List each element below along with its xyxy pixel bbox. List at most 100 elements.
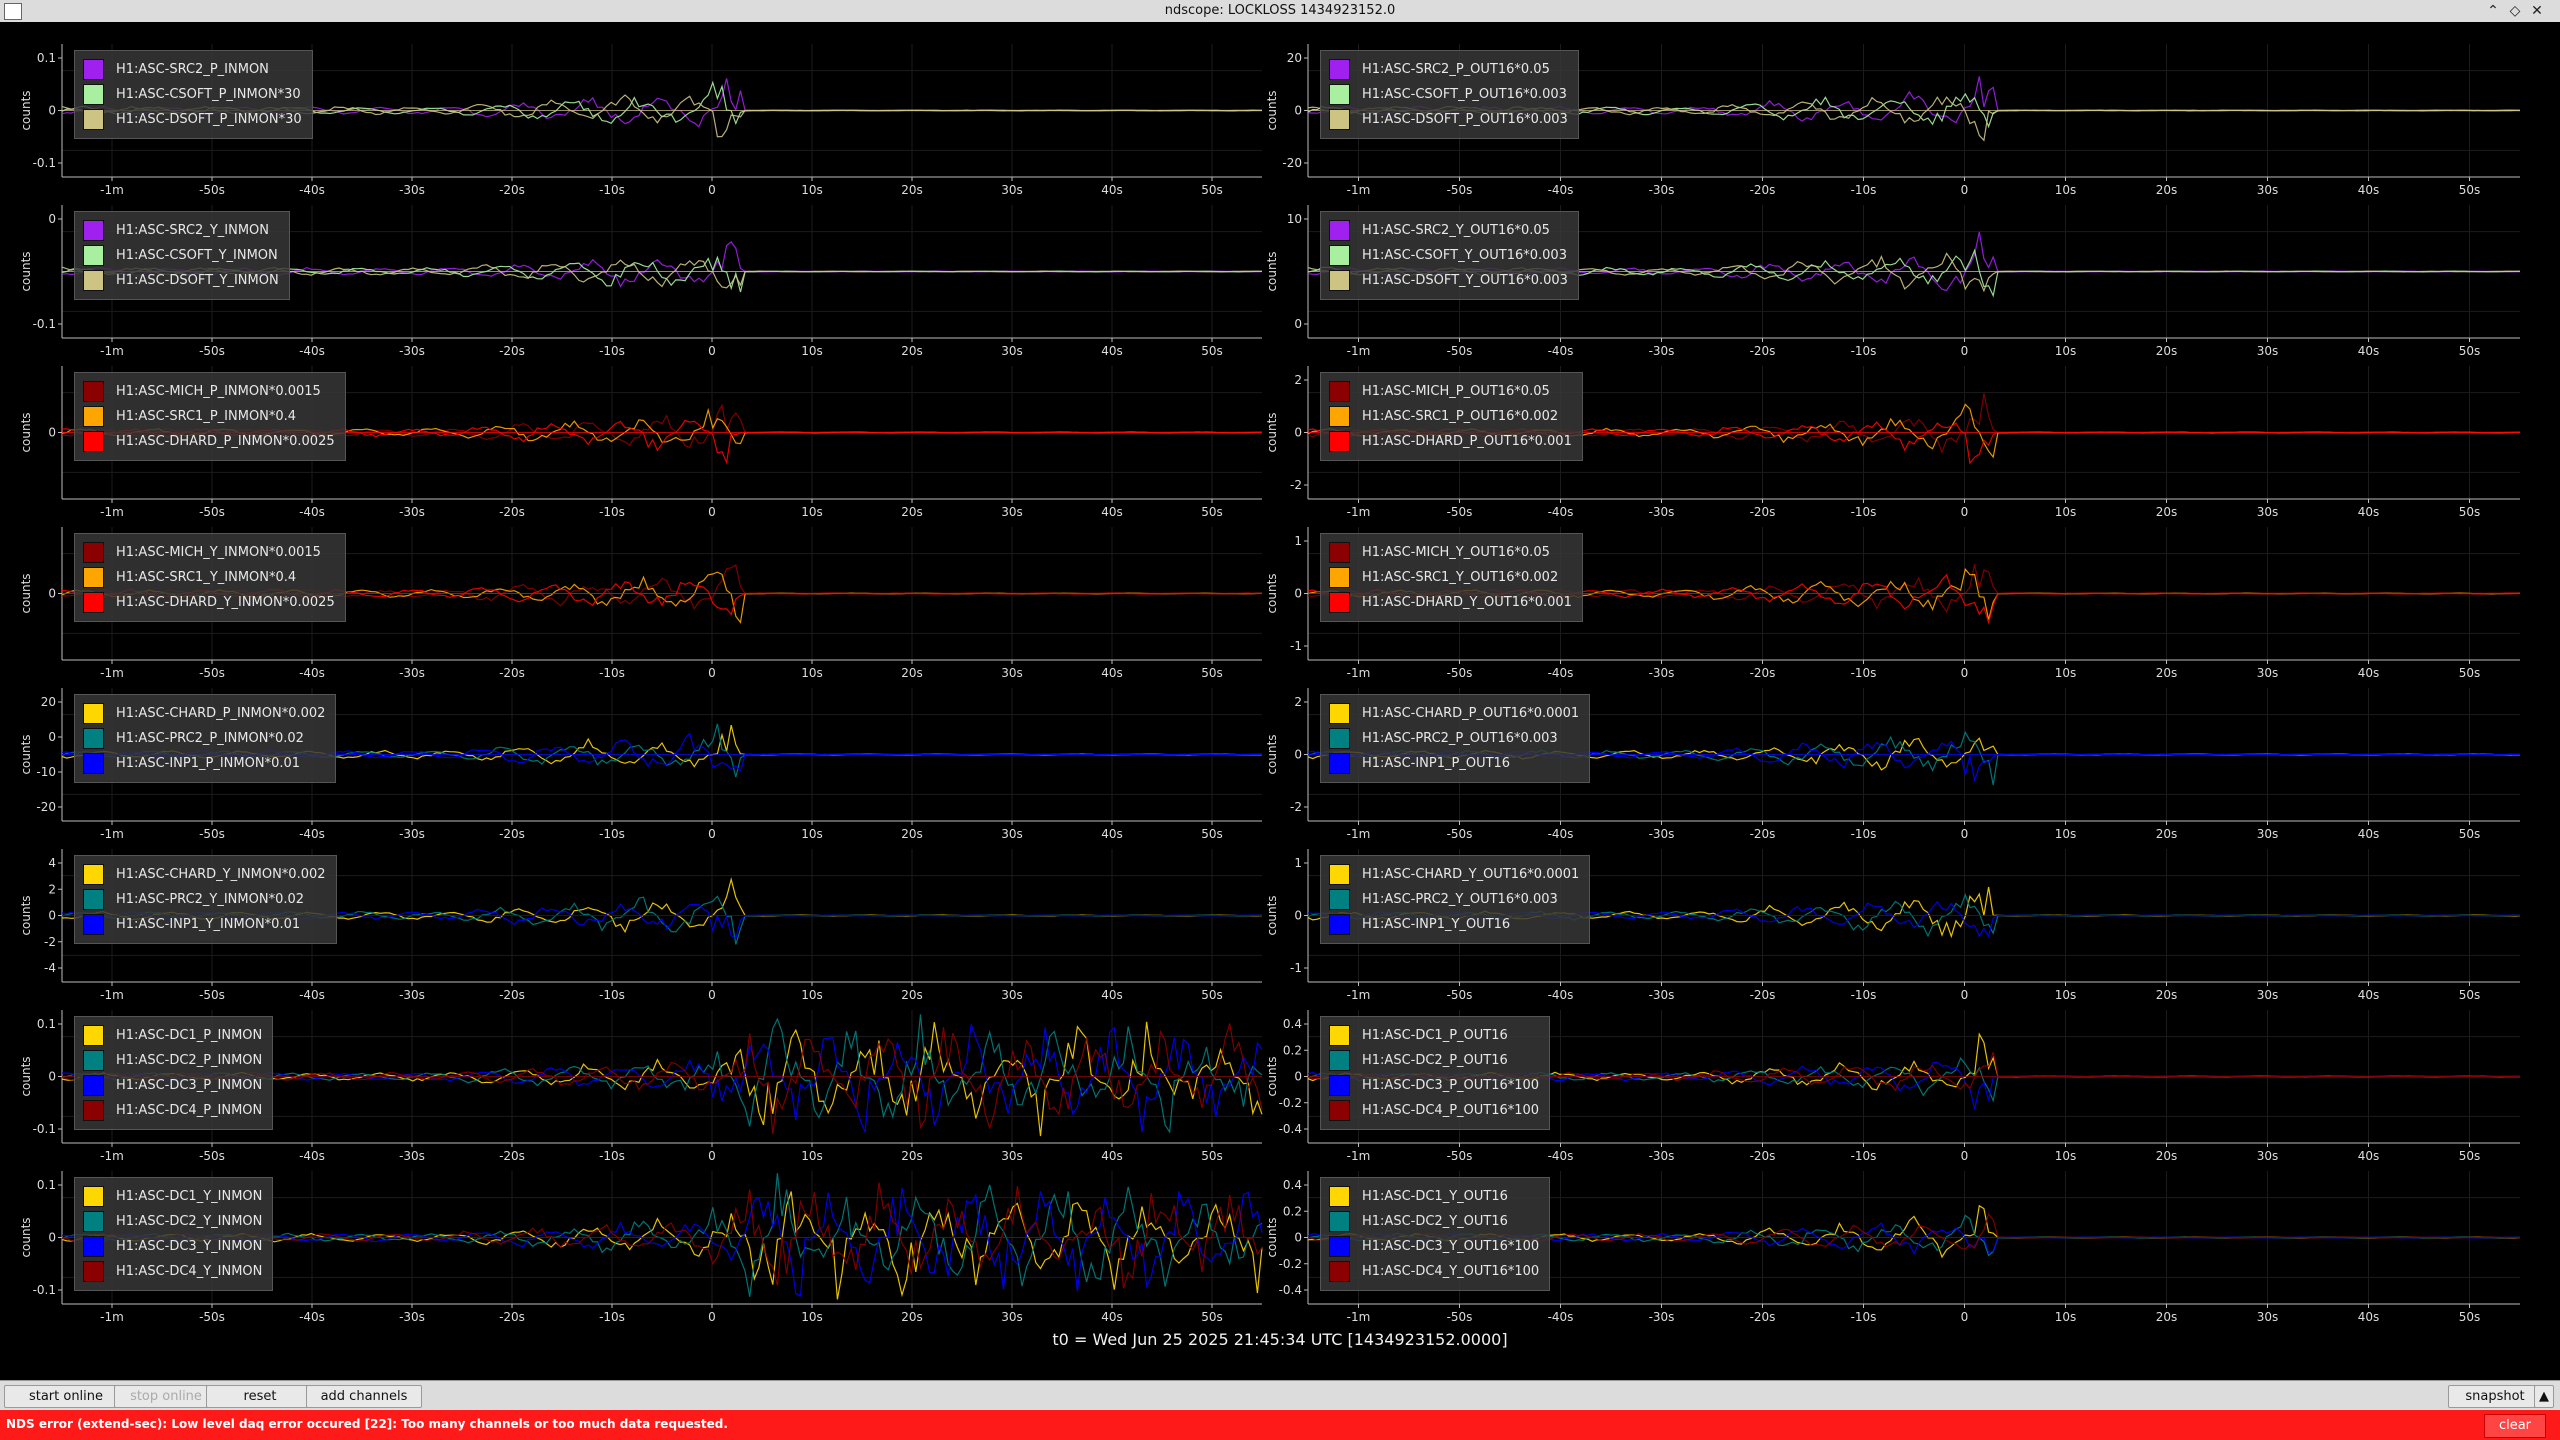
legend-swatch <box>83 1075 104 1096</box>
x-tick-label: 20s <box>901 1149 923 1163</box>
legend-item[interactable]: H1:ASC-INP1_Y_OUT16 <box>1329 912 1579 937</box>
x-tick-label: -40s <box>1548 666 1574 680</box>
plot-area[interactable]: -1m -50s -40s -30s -20s -10s 0 10s 20s 30s 40s 50s 0… <box>0 22 2560 1380</box>
legend-item[interactable]: H1:ASC-SRC2_Y_OUT16*0.05 <box>1329 218 1568 243</box>
legend-item[interactable]: H1:ASC-DSOFT_Y_INMON <box>83 268 279 293</box>
stop-online-button[interactable]: stop online <box>114 1385 218 1408</box>
x-tick-label: 40s <box>2358 344 2380 358</box>
legend-item[interactable]: H1:ASC-SRC1_Y_OUT16*0.002 <box>1329 565 1572 590</box>
legend-item[interactable]: H1:ASC-DC2_P_INMON <box>83 1048 262 1073</box>
y-tick-label: 2 <box>1294 695 1302 709</box>
legend-item[interactable]: H1:ASC-MICH_Y_INMON*0.0015 <box>83 540 335 565</box>
clear-button[interactable]: clear <box>2484 1414 2546 1438</box>
legend-item[interactable]: H1:ASC-DC4_Y_INMON <box>83 1259 262 1284</box>
legend-label: H1:ASC-DHARD_P_OUT16*0.001 <box>1362 434 1572 449</box>
legend-item[interactable]: H1:ASC-SRC1_P_OUT16*0.002 <box>1329 404 1572 429</box>
legend-item[interactable]: H1:ASC-DC4_P_OUT16*100 <box>1329 1098 1539 1123</box>
legend-item[interactable]: H1:ASC-INP1_P_INMON*0.01 <box>83 751 325 776</box>
legend-item[interactable]: H1:ASC-PRC2_Y_OUT16*0.003 <box>1329 887 1579 912</box>
legend-label: H1:ASC-PRC2_P_INMON*0.02 <box>116 731 304 746</box>
legend-item[interactable]: H1:ASC-DC1_Y_OUT16 <box>1329 1184 1539 1209</box>
x-tick-label: -30s <box>1649 344 1675 358</box>
x-tick-label: -30s <box>399 1149 425 1163</box>
legend-item[interactable]: H1:ASC-CSOFT_P_OUT16*0.003 <box>1329 82 1568 107</box>
y-axis-label: counts <box>19 90 33 130</box>
legend-item[interactable]: H1:ASC-DC4_P_INMON <box>83 1098 262 1123</box>
legend-item[interactable]: H1:ASC-CHARD_Y_INMON*0.002 <box>83 862 326 887</box>
legend-item[interactable]: H1:ASC-MICH_P_OUT16*0.05 <box>1329 379 1572 404</box>
snapshot-button[interactable]: snapshot <box>2448 1385 2542 1408</box>
legend-swatch <box>83 1186 104 1207</box>
x-tick-label: 20s <box>2156 988 2178 1002</box>
x-tick-label: 10s <box>2055 505 2077 519</box>
legend-item[interactable]: H1:ASC-DHARD_P_INMON*0.0025 <box>83 429 335 454</box>
x-tick-label: 20s <box>901 1310 923 1324</box>
legend-item[interactable]: H1:ASC-DSOFT_Y_OUT16*0.003 <box>1329 268 1568 293</box>
legend-item[interactable]: H1:ASC-SRC2_P_INMON <box>83 57 302 82</box>
legend-item[interactable]: H1:ASC-DC3_Y_INMON <box>83 1234 262 1259</box>
x-tick-label: 40s <box>2358 183 2380 197</box>
legend-item[interactable]: H1:ASC-PRC2_P_INMON*0.02 <box>83 726 325 751</box>
y-tick-label: 0.1 <box>37 51 56 65</box>
x-tick-label: -40s <box>299 505 325 519</box>
legend-swatch <box>1329 406 1350 427</box>
legend-item[interactable]: H1:ASC-PRC2_P_OUT16*0.003 <box>1329 726 1579 751</box>
legend-item[interactable]: H1:ASC-CSOFT_P_INMON*30 <box>83 82 302 107</box>
legend-label: H1:ASC-DC3_Y_OUT16*100 <box>1362 1239 1540 1254</box>
legend-item[interactable]: H1:ASC-SRC2_P_OUT16*0.05 <box>1329 57 1568 82</box>
legend-item[interactable]: H1:ASC-INP1_P_OUT16 <box>1329 751 1579 776</box>
legend-swatch <box>1329 1025 1350 1046</box>
legend-item[interactable]: H1:ASC-DC1_P_INMON <box>83 1023 262 1048</box>
start-online-button[interactable]: start online <box>4 1385 128 1408</box>
legend-item[interactable]: H1:ASC-CHARD_Y_OUT16*0.0001 <box>1329 862 1579 887</box>
x-tick-label: -1m <box>100 827 124 841</box>
x-tick-label: 30s <box>1001 344 1023 358</box>
legend-item[interactable]: H1:ASC-CHARD_P_OUT16*0.0001 <box>1329 701 1579 726</box>
x-tick-label: 30s <box>1001 827 1023 841</box>
legend-item[interactable]: H1:ASC-DHARD_Y_OUT16*0.001 <box>1329 590 1572 615</box>
x-tick-label: -50s <box>199 183 225 197</box>
plot-canvas[interactable]: -1m -50s -40s -30s -20s -10s 0 10s 20s 30s 40s 50s 0… <box>0 22 2560 1380</box>
legend-item[interactable]: H1:ASC-MICH_Y_OUT16*0.05 <box>1329 540 1572 565</box>
maximize-icon[interactable]: ◇ <box>2504 0 2526 22</box>
legend-item[interactable]: H1:ASC-CSOFT_Y_INMON <box>83 243 279 268</box>
y-tick-label: 20 <box>41 695 56 709</box>
y-tick-label: 0 <box>1294 587 1302 601</box>
legend-item[interactable]: H1:ASC-DC3_P_OUT16*100 <box>1329 1073 1539 1098</box>
x-tick-label: 0 <box>708 1310 716 1324</box>
legend-item[interactable]: H1:ASC-DC1_P_OUT16 <box>1329 1023 1539 1048</box>
legend-item[interactable]: H1:ASC-MICH_P_INMON*0.0015 <box>83 379 335 404</box>
add-channels-button[interactable]: add channels <box>306 1385 422 1408</box>
legend-item[interactable]: H1:ASC-DSOFT_P_INMON*30 <box>83 107 302 132</box>
legend-item[interactable]: H1:ASC-CHARD_P_INMON*0.002 <box>83 701 325 726</box>
legend-item[interactable]: H1:ASC-SRC1_P_INMON*0.4 <box>83 404 335 429</box>
legend-item[interactable]: H1:ASC-DC2_P_OUT16 <box>1329 1048 1539 1073</box>
close-icon[interactable]: ✕ <box>2526 0 2548 22</box>
legend-item[interactable]: H1:ASC-SRC2_Y_INMON <box>83 218 279 243</box>
chevron-up-icon[interactable]: ⌃ <box>2482 0 2504 22</box>
legend-item[interactable]: H1:ASC-INP1_Y_INMON*0.01 <box>83 912 326 937</box>
legend-item[interactable]: H1:ASC-DC2_Y_INMON <box>83 1209 262 1234</box>
x-tick-label: -30s <box>399 1310 425 1324</box>
x-tick-label: -10s <box>599 505 625 519</box>
legend-item[interactable]: H1:ASC-DC3_P_INMON <box>83 1073 262 1098</box>
legend-item[interactable]: H1:ASC-DHARD_P_OUT16*0.001 <box>1329 429 1572 454</box>
chevron-up-icon[interactable]: ▲ <box>2534 1385 2554 1408</box>
plot-legend: H1:ASC-CHARD_P_INMON*0.002 H1:ASC-PRC2_P_… <box>74 694 337 783</box>
reset-button[interactable]: reset <box>206 1385 314 1408</box>
legend-item[interactable]: H1:ASC-DC2_Y_OUT16 <box>1329 1209 1539 1234</box>
legend-item[interactable]: H1:ASC-DHARD_Y_INMON*0.0025 <box>83 590 335 615</box>
legend-label: H1:ASC-CSOFT_P_OUT16*0.003 <box>1362 87 1567 102</box>
legend-label: H1:ASC-MICH_Y_OUT16*0.05 <box>1362 545 1550 560</box>
legend-item[interactable]: H1:ASC-DC1_Y_INMON <box>83 1184 262 1209</box>
legend-item[interactable]: H1:ASC-CSOFT_Y_OUT16*0.003 <box>1329 243 1568 268</box>
legend-swatch <box>1329 1261 1350 1282</box>
legend-item[interactable]: H1:ASC-SRC1_Y_INMON*0.4 <box>83 565 335 590</box>
y-tick-label: 0 <box>1294 104 1302 118</box>
legend-item[interactable]: H1:ASC-DSOFT_P_OUT16*0.003 <box>1329 107 1568 132</box>
x-tick-label: 40s <box>1101 183 1123 197</box>
y-tick-label: 0 <box>1294 1231 1302 1245</box>
legend-item[interactable]: H1:ASC-PRC2_Y_INMON*0.02 <box>83 887 326 912</box>
legend-item[interactable]: H1:ASC-DC3_Y_OUT16*100 <box>1329 1234 1539 1259</box>
legend-item[interactable]: H1:ASC-DC4_Y_OUT16*100 <box>1329 1259 1539 1284</box>
